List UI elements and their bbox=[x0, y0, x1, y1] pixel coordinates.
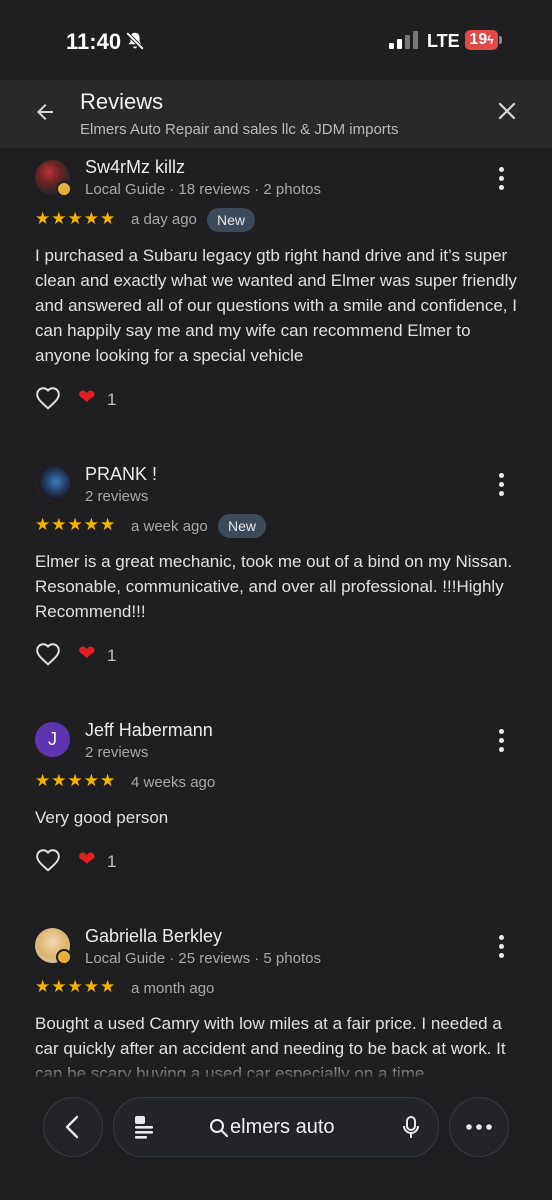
page-tools-icon[interactable] bbox=[132, 1114, 156, 1140]
back-arrow-icon[interactable] bbox=[33, 100, 57, 124]
signal-icon bbox=[389, 31, 418, 49]
bell-muted-icon bbox=[125, 31, 145, 51]
more-menu-button[interactable] bbox=[449, 1097, 509, 1157]
like-heart-icon[interactable] bbox=[35, 848, 61, 872]
battery-indicator: 19 ϟ bbox=[465, 30, 498, 50]
battery-level: 19 bbox=[469, 31, 488, 48]
charging-icon: ϟ bbox=[487, 33, 494, 47]
reviewer-name[interactable]: Sw4rMz killz bbox=[85, 157, 185, 178]
like-heart-icon[interactable] bbox=[35, 642, 61, 666]
review-text: Elmer is a great mechanic, took me out o… bbox=[35, 552, 513, 621]
network-type: LTE bbox=[427, 31, 460, 51]
reviewer-avatar[interactable] bbox=[35, 466, 70, 501]
star-rating: ★★★★★ bbox=[35, 209, 117, 228]
more-options-icon[interactable] bbox=[496, 473, 506, 500]
new-badge: New bbox=[218, 514, 267, 538]
reviewer-meta: Local Guide · 25 reviews · 5 photos bbox=[85, 950, 321, 967]
reviewer-name[interactable]: Gabriella Berkley bbox=[85, 926, 222, 947]
page-title: Reviews bbox=[80, 89, 164, 114]
local-guide-badge bbox=[56, 949, 72, 965]
chevron-left-icon bbox=[65, 1115, 79, 1139]
reviewer-meta: Local Guide · 18 reviews · 2 photos bbox=[85, 181, 321, 198]
reviewer-name[interactable]: PRANK ! bbox=[85, 464, 157, 485]
star-rating: ★★★★★ bbox=[35, 977, 117, 996]
reviewer-meta: 2 reviews bbox=[85, 744, 149, 761]
status-bar: 11:40 LTE 19 ϟ bbox=[0, 0, 552, 80]
microphone-icon[interactable] bbox=[401, 1115, 421, 1141]
review-date: a week ago bbox=[131, 518, 208, 535]
local-guide-badge bbox=[56, 181, 72, 197]
reviewer-meta: 2 reviews bbox=[85, 488, 149, 505]
more-options-icon[interactable] bbox=[496, 167, 506, 194]
reviewer-avatar[interactable]: J bbox=[35, 722, 70, 757]
review-date: a day ago bbox=[131, 211, 197, 228]
business-name: Elmers Auto Repair and sales llc & JDM i… bbox=[80, 121, 399, 138]
more-options-icon[interactable] bbox=[496, 729, 506, 756]
star-rating: ★★★★★ bbox=[35, 515, 117, 534]
review-date: a month ago bbox=[131, 980, 215, 997]
status-time: 11:40 bbox=[66, 29, 122, 54]
battery-tip bbox=[499, 36, 502, 44]
browser-back-button[interactable] bbox=[43, 1097, 103, 1157]
heart-reaction-icon: ❤ bbox=[78, 848, 96, 871]
reaction-count: 1 bbox=[107, 390, 117, 409]
review-text: Very good person bbox=[35, 808, 169, 827]
search-icon bbox=[210, 1119, 229, 1138]
close-icon[interactable] bbox=[495, 99, 519, 123]
heart-reaction-icon: ❤ bbox=[78, 642, 96, 665]
review-date: 4 weeks ago bbox=[131, 774, 216, 791]
reviewer-name[interactable]: Jeff Habermann bbox=[85, 720, 213, 741]
reaction-count: 1 bbox=[107, 852, 117, 871]
heart-reaction-icon: ❤ bbox=[78, 386, 96, 409]
like-heart-icon[interactable] bbox=[35, 386, 61, 410]
more-horizontal-icon bbox=[466, 1124, 492, 1130]
avatar-initial: J bbox=[48, 729, 57, 749]
more-options-icon[interactable] bbox=[496, 935, 506, 962]
new-badge: New bbox=[207, 208, 256, 232]
search-query[interactable]: elmers auto bbox=[230, 1116, 335, 1139]
reaction-count: 1 bbox=[107, 646, 117, 665]
review-text: I purchased a Subaru legacy gtb right ha… bbox=[35, 246, 517, 365]
star-rating: ★★★★★ bbox=[35, 771, 117, 790]
